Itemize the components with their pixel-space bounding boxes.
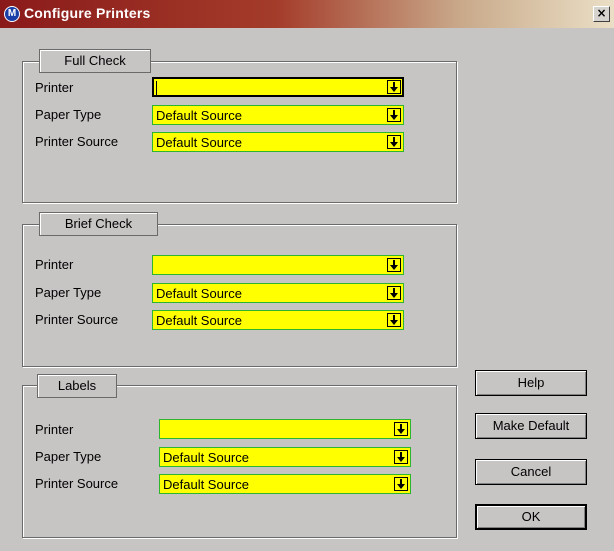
cancel-button[interactable]: Cancel xyxy=(475,459,587,485)
dropdown-arrow-icon[interactable] xyxy=(387,313,401,327)
labels-printer-source-label: Printer Source xyxy=(35,476,119,491)
dropdown-arrow-icon[interactable] xyxy=(387,258,401,272)
title-bar[interactable]: M Configure Printers × xyxy=(0,0,614,28)
labels-printer-source-select[interactable]: Default Source xyxy=(159,474,411,494)
dropdown-arrow-icon[interactable] xyxy=(387,108,401,122)
ok-button[interactable]: OK xyxy=(475,504,587,530)
labels-paper-type-label: Paper Type xyxy=(35,449,102,464)
full-check-paper-type-label: Paper Type xyxy=(35,107,102,122)
full-check-printer-label: Printer xyxy=(35,80,74,95)
brief-check-paper-type-label: Paper Type xyxy=(35,285,102,300)
labels-printer-select[interactable] xyxy=(159,419,411,439)
full-check-printer-select[interactable] xyxy=(152,77,404,97)
brief-check-printer-label: Printer xyxy=(35,257,74,272)
dropdown-arrow-icon[interactable] xyxy=(387,286,401,300)
brief-check-printer-select[interactable] xyxy=(152,255,404,275)
dropdown-arrow-icon[interactable] xyxy=(394,477,408,491)
dropdown-arrow-icon[interactable] xyxy=(394,422,408,436)
full-check-printer-source-label: Printer Source xyxy=(35,134,119,149)
dropdown-arrow-icon[interactable] xyxy=(387,135,401,149)
labels-printer-label: Printer xyxy=(35,422,74,437)
brief-check-paper-type-select[interactable]: Default Source xyxy=(152,283,404,303)
brief-check-printer-source-select[interactable]: Default Source xyxy=(152,310,404,330)
labels-paper-type-select[interactable]: Default Source xyxy=(159,447,411,467)
brief-check-printer-source-label: Printer Source xyxy=(35,312,119,327)
app-logo-icon: M xyxy=(4,6,20,22)
full-check-legend: Full Check xyxy=(39,49,151,73)
full-check-printer-source-select[interactable]: Default Source xyxy=(152,132,404,152)
brief-check-legend: Brief Check xyxy=(39,212,158,236)
labels-legend: Labels xyxy=(37,374,117,398)
close-button[interactable]: × xyxy=(593,6,610,22)
dropdown-arrow-icon[interactable] xyxy=(387,80,401,94)
full-check-paper-type-select[interactable]: Default Source xyxy=(152,105,404,125)
close-icon: × xyxy=(596,6,607,20)
text-caret xyxy=(156,81,157,95)
window-title: Configure Printers xyxy=(24,5,151,21)
make-default-button[interactable]: Make Default xyxy=(475,413,587,439)
dropdown-arrow-icon[interactable] xyxy=(394,450,408,464)
help-button[interactable]: Help xyxy=(475,370,587,396)
